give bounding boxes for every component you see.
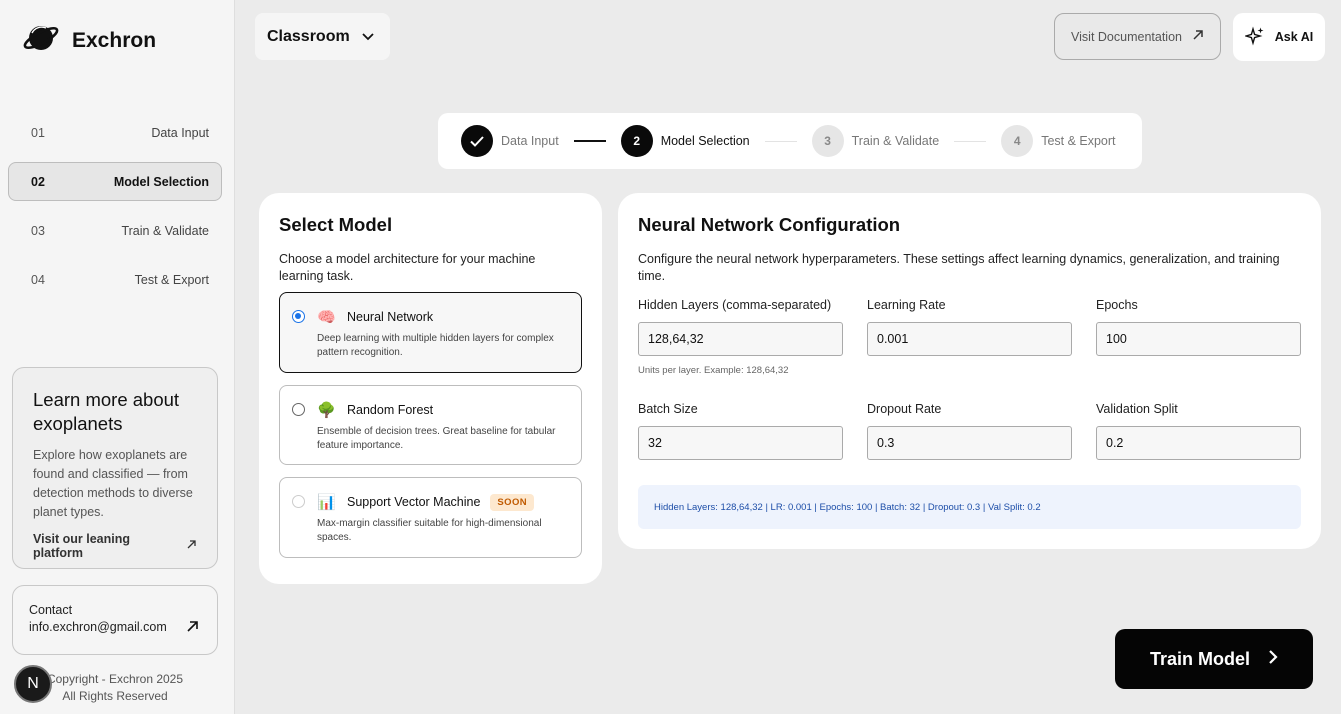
hidden-layers-field: Hidden Layers (comma-separated) 128,64,3… (638, 298, 843, 376)
train-model-button[interactable]: Train Model (1115, 629, 1313, 689)
chart-icon: 📊 (317, 494, 336, 511)
config-title: Neural Network Configuration (638, 214, 901, 235)
ask-ai-button[interactable]: Ask AI (1233, 13, 1325, 61)
model-option-description: Max-margin classifier suitable for high-… (317, 518, 542, 543)
check-icon (461, 125, 493, 157)
sidebar: Exchron 01 Data Input 02 Model Selection… (0, 0, 235, 714)
sidebar-item-data-input[interactable]: 01 Data Input (8, 113, 222, 152)
step-label: Train & Validate (851, 134, 940, 148)
step-train-validate[interactable]: 3 Train & Validate (811, 125, 940, 157)
step-model-selection[interactable]: 2 Model Selection (620, 125, 750, 157)
learn-card-text: Explore how exoplanets are found and cla… (33, 448, 193, 519)
learning-rate-input[interactable]: 0.001 (867, 322, 1072, 356)
field-label: Hidden Layers (comma-separated) (638, 298, 832, 312)
field-label: Learning Rate (867, 298, 946, 312)
learn-link-label: Visit our leaning platform (33, 532, 131, 560)
model-option-description: Ensemble of decision trees. Great baseli… (317, 426, 556, 451)
validation-split-field: Validation Split 0.2 (1096, 402, 1301, 460)
dropdown-value: Classroom (267, 27, 350, 45)
sidebar-item-label: Model Selection (113, 174, 209, 189)
sidebar-item-label: Train & Validate (121, 223, 209, 238)
batch-size-field: Batch Size 32 (638, 402, 843, 460)
sidebar-item-train-validate[interactable]: 03 Train & Validate (8, 211, 222, 250)
n-badge-button[interactable]: N (14, 665, 52, 703)
brain-icon: 🧠 (317, 309, 336, 326)
step-connector (954, 140, 987, 142)
sidebar-item-number: 01 (31, 125, 45, 140)
chevron-down-icon (362, 28, 374, 46)
classroom-dropdown[interactable]: Classroom (255, 13, 390, 60)
radio-button[interactable] (292, 310, 305, 323)
arrow-up-right-icon (1192, 29, 1204, 44)
model-option-name: Random Forest (347, 403, 434, 417)
model-option-svm: 📊 Support Vector Machine SOON Max-margin… (279, 477, 582, 558)
brand[interactable]: Exchron (22, 22, 156, 59)
model-option-random-forest[interactable]: 🌳 Random Forest Ensemble of decision tre… (279, 385, 582, 465)
model-option-neural-network[interactable]: 🧠 Neural Network Deep learning with mult… (279, 292, 582, 373)
learning-rate-field: Learning Rate 0.001 (867, 298, 1072, 356)
select-model-description: Choose a model architecture for your mac… (279, 252, 536, 283)
train-button-label: Train Model (1149, 648, 1250, 669)
step-label: Test & Export (1041, 134, 1116, 148)
hidden-layers-input[interactable]: 128,64,32 (638, 322, 843, 356)
field-label: Validation Split (1096, 402, 1178, 416)
step-number: 2 (620, 125, 653, 157)
model-option-name: Neural Network (347, 310, 434, 324)
step-number: 3 (811, 125, 844, 157)
config-summary: Hidden Layers: 128,64,32 | LR: 0.001 | E… (638, 485, 1301, 529)
radio-button (292, 495, 305, 508)
step-data-input[interactable]: Data Input (461, 125, 559, 157)
field-label: Epochs (1096, 298, 1138, 312)
sidebar-item-number: 04 (31, 272, 45, 287)
ask-ai-label: Ask AI (1274, 30, 1314, 44)
sidebar-item-number: 03 (31, 223, 45, 238)
step-number: 4 (1001, 125, 1034, 157)
step-connector (764, 140, 797, 142)
learn-card-title: Learn more about exoplanets (33, 389, 180, 434)
field-label: Batch Size (638, 402, 698, 416)
step-test-export[interactable]: 4 Test & Export (1001, 125, 1116, 157)
step-label: Data Input (501, 134, 559, 148)
chevron-right-icon (1268, 649, 1278, 670)
contact-label: Contact (29, 603, 73, 617)
arrow-up-right-icon (186, 539, 197, 553)
select-model-panel: Select Model Choose a model architecture… (259, 193, 602, 584)
model-option-name: Support Vector Machine (347, 495, 481, 509)
doc-button-label: Visit Documentation (1071, 29, 1182, 44)
nn-config-panel: Neural Network Configuration Configure t… (618, 193, 1321, 549)
dropout-rate-field: Dropout Rate 0.3 (867, 402, 1072, 460)
sparkle-icon (1243, 26, 1265, 49)
learn-platform-link[interactable]: Visit our leaning platform (33, 532, 197, 560)
validation-split-input[interactable]: 0.2 (1096, 426, 1301, 460)
sidebar-nav: 01 Data Input 02 Model Selection 03 Trai… (8, 113, 222, 309)
model-option-description: Deep learning with multiple hidden layer… (317, 333, 554, 358)
field-label: Dropout Rate (867, 402, 942, 416)
step-connector (573, 140, 606, 142)
dropout-rate-input[interactable]: 0.3 (867, 426, 1072, 460)
learn-card: Learn more about exoplanets Explore how … (12, 367, 218, 569)
sidebar-item-label: Data Input (151, 125, 209, 140)
sidebar-item-label: Test & Export (134, 272, 209, 287)
batch-size-input[interactable]: 32 (638, 426, 843, 460)
epochs-field: Epochs 100 (1096, 298, 1301, 356)
sidebar-item-number: 02 (31, 174, 45, 189)
epochs-input[interactable]: 100 (1096, 322, 1301, 356)
tree-icon: 🌳 (317, 402, 336, 419)
planet-logo-icon (22, 22, 60, 59)
arrow-up-right-icon (186, 620, 199, 636)
hidden-layers-hint: Units per layer. Example: 128,64,32 (638, 365, 789, 376)
sidebar-item-test-export[interactable]: 04 Test & Export (8, 260, 222, 299)
brand-name: Exchron (72, 28, 157, 52)
radio-button[interactable] (292, 403, 305, 416)
sidebar-item-model-selection[interactable]: 02 Model Selection (8, 162, 222, 201)
contact-email: info.exchron@gmail.com (29, 620, 167, 634)
contact-card[interactable]: Contact info.exchron@gmail.com (12, 585, 218, 655)
config-description: Configure the neural network hyperparame… (638, 252, 1280, 283)
progress-stepper: Data Input 2 Model Selection 3 Train & V… (438, 113, 1142, 169)
select-model-title: Select Model (279, 214, 393, 235)
step-label: Model Selection (660, 134, 750, 148)
soon-badge: SOON (490, 493, 534, 511)
visit-documentation-button[interactable]: Visit Documentation (1054, 13, 1221, 60)
